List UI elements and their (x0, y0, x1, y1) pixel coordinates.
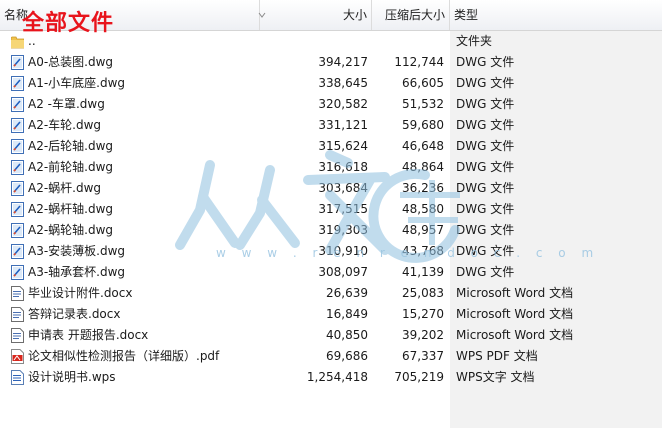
dwg-file-icon (11, 139, 24, 154)
wps-file-icon (11, 370, 24, 385)
pdf-file-icon (11, 349, 24, 364)
file-size: 394,217 (318, 55, 368, 69)
docx-file-icon (11, 328, 24, 343)
file-packed-size: 15,270 (402, 307, 444, 321)
file-name: .. (28, 34, 36, 48)
dwg-file-icon (11, 76, 24, 91)
file-name: 设计说明书.wps (28, 370, 116, 384)
file-size: 331,121 (318, 118, 368, 132)
column-packed-header[interactable]: 压缩后大小 (372, 0, 450, 30)
file-size: 320,582 (318, 97, 368, 111)
file-row[interactable]: 毕业设计附件.docx 26,639 25,083 Microsoft Word 文档 (0, 283, 662, 304)
dwg-file-icon (11, 202, 24, 217)
file-type: DWG 文件 (456, 118, 515, 132)
file-name: A2 -车罩.dwg (28, 97, 105, 111)
dwg-file-icon (11, 244, 24, 259)
file-row[interactable]: A0-总装图.dwg 394,217 112,744 DWG 文件 (0, 52, 662, 73)
file-name: A2-车轮.dwg (28, 118, 102, 132)
file-size: 40,850 (326, 328, 368, 342)
dwg-file-icon (11, 223, 24, 238)
file-name: 申请表 开题报告.docx (28, 328, 149, 342)
file-name: A2-蜗杆.dwg (28, 181, 102, 195)
file-row[interactable]: A1-小车底座.dwg 338,645 66,605 DWG 文件 (0, 73, 662, 94)
file-packed-size: 112,744 (394, 55, 444, 69)
file-row[interactable]: 答辩记录表.docx 16,849 15,270 Microsoft Word 文档 (0, 304, 662, 325)
dwg-file-icon (11, 160, 24, 175)
dwg-file-icon (11, 55, 24, 70)
watermark-logo (175, 150, 460, 263)
file-size: 16,849 (326, 307, 368, 321)
file-row[interactable]: 论文相似性检测报告（详细版）.pdf 69,686 67,337 WPS PDF 文档 (0, 346, 662, 367)
file-packed-size: 66,605 (402, 76, 444, 90)
file-type: Microsoft Word 文档 (456, 328, 574, 342)
file-name: A0-总装图.dwg (28, 55, 114, 69)
column-type-header[interactable]: 类型 (450, 0, 662, 30)
file-name: A2-蜗杆轴.dwg (28, 202, 114, 216)
file-type: WPS PDF 文档 (456, 349, 538, 363)
folder-icon (10, 34, 25, 49)
file-row[interactable]: 设计说明书.wps 1,254,418 705,219 WPS文字 文档 (0, 367, 662, 388)
file-type: DWG 文件 (456, 97, 515, 111)
column-packed-label: 压缩后大小 (384, 8, 445, 22)
column-type-label: 类型 (454, 8, 479, 22)
file-packed-size: 51,532 (402, 97, 444, 111)
parent-folder-row[interactable]: .. 文件夹 (0, 31, 662, 52)
column-size-header[interactable]: 大小 (260, 0, 372, 30)
file-packed-size: 39,202 (402, 328, 444, 342)
column-size-label: 大小 (342, 8, 367, 22)
file-name: A3-轴承套杯.dwg (28, 265, 126, 279)
file-name: A2-蜗轮轴.dwg (28, 223, 114, 237)
file-name: 论文相似性检测报告（详细版）.pdf (28, 349, 220, 363)
file-name: A3-安装薄板.dwg (28, 244, 126, 258)
docx-file-icon (11, 286, 24, 301)
file-size: 26,639 (326, 286, 368, 300)
dwg-file-icon (11, 181, 24, 196)
file-name: 毕业设计附件.docx (28, 286, 133, 300)
sort-arrow-icon (258, 12, 266, 18)
file-size: 338,645 (318, 76, 368, 90)
file-type: WPS文字 文档 (456, 370, 535, 384)
file-type: Microsoft Word 文档 (456, 286, 574, 300)
dwg-file-icon (11, 118, 24, 133)
file-row[interactable]: 申请表 开题报告.docx 40,850 39,202 Microsoft Word … (0, 325, 662, 346)
file-row[interactable]: A2 -车罩.dwg 320,582 51,532 DWG 文件 (0, 94, 662, 115)
file-name: A1-小车底座.dwg (28, 76, 126, 90)
file-packed-size: 67,337 (402, 349, 444, 363)
dwg-file-icon (11, 97, 24, 112)
watermark-url: w w w . r e n r e n d o c . c o m (216, 246, 600, 260)
file-type: 文件夹 (456, 34, 493, 48)
file-packed-size: 25,083 (402, 286, 444, 300)
file-type: DWG 文件 (456, 76, 515, 90)
file-packed-size: 705,219 (394, 370, 444, 384)
docx-file-icon (11, 307, 24, 322)
file-name: A2-前轮轴.dwg (28, 160, 114, 174)
file-row[interactable]: A2-车轮.dwg 331,121 59,680 DWG 文件 (0, 115, 662, 136)
file-size: 1,254,418 (306, 370, 368, 384)
dwg-file-icon (11, 265, 24, 280)
file-type: DWG 文件 (456, 55, 515, 69)
file-type: Microsoft Word 文档 (456, 307, 574, 321)
file-packed-size: 59,680 (402, 118, 444, 132)
file-size: 69,686 (326, 349, 368, 363)
file-name: A2-后轮轴.dwg (28, 139, 114, 153)
file-name: 答辩记录表.docx (28, 307, 121, 321)
